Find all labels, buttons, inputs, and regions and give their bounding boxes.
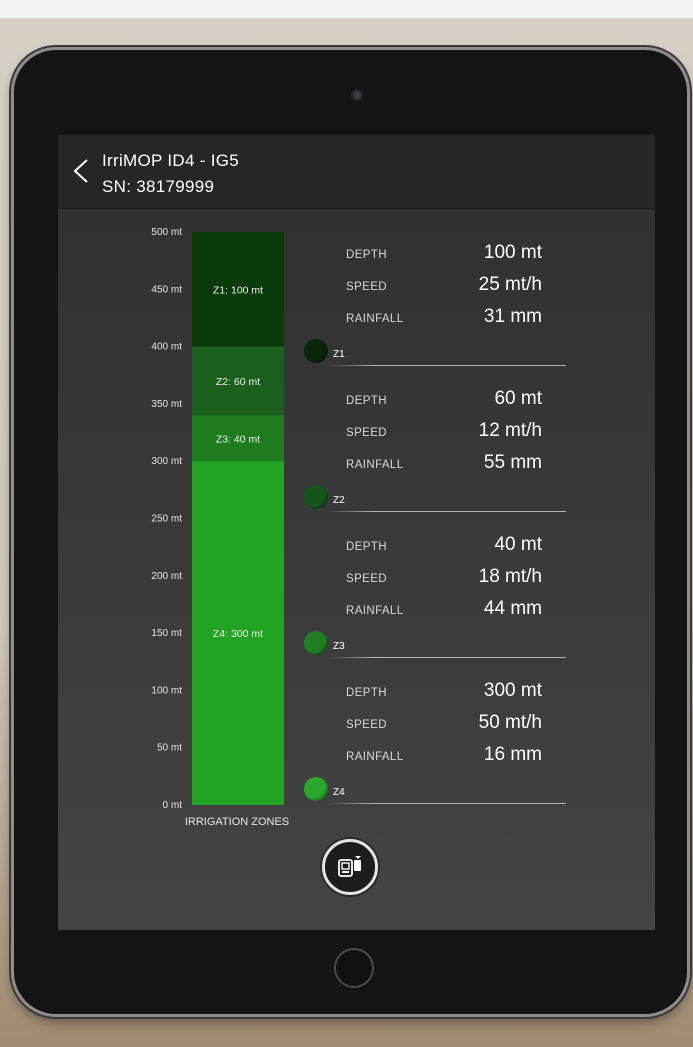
metric-value: 25 mt/h — [478, 274, 542, 295]
zone-divider — [326, 365, 566, 366]
metric-label: DEPTH — [346, 541, 387, 553]
home-button[interactable] — [334, 948, 374, 988]
metric-value: 100 mt — [483, 242, 542, 263]
metric-value: 50 mt/h — [478, 712, 542, 733]
zone-detail-z4[interactable]: DEPTH 300 mt SPEED 50 mt/h RAINFALL 16 mm Z4 — [304, 673, 604, 804]
metric-label: SPEED — [346, 719, 387, 731]
metric-label: SPEED — [346, 427, 387, 439]
zone-divider — [326, 803, 566, 804]
metric-value: 40 mt — [494, 534, 542, 555]
x-axis-label: IRRIGATION ZONES — [185, 816, 289, 828]
metric-label: DEPTH — [346, 249, 387, 261]
y-tick-label: 250 mt — [151, 514, 182, 525]
zone-divider — [326, 657, 566, 658]
metric-label: RAINFALL — [346, 459, 404, 471]
metric-label: RAINFALL — [346, 313, 404, 325]
zone-detail-z3[interactable]: DEPTH 40 mt SPEED 18 mt/h RAINFALL 44 mm Z3 — [304, 527, 604, 658]
zone-detail-z2[interactable]: DEPTH 60 mt SPEED 12 mt/h RAINFALL 55 mm Z2 — [304, 381, 604, 512]
zone-indicator-dot[interactable] — [304, 339, 328, 363]
id-compare-icon — [338, 856, 361, 877]
y-tick-label: 150 mt — [151, 628, 182, 639]
zone-bar-label: Z1: 100 mt — [213, 284, 263, 296]
y-tick-label: 500 mt — [151, 227, 182, 238]
zone-indicator-dot[interactable] — [304, 485, 328, 509]
zone-bar-label: Z2: 60 mt — [216, 376, 260, 388]
y-tick-label: 350 mt — [151, 399, 182, 410]
zone-name: Z1 — [333, 349, 345, 360]
app-screen: IrriMOP ID4 - IG5 SN: 38179999 500 mt 450… — [58, 135, 655, 930]
metric-value: 16 mm — [483, 744, 542, 765]
metric-label: DEPTH — [346, 687, 387, 699]
zone-bar-label: Z4: 300 mt — [213, 628, 263, 640]
background-wall — [0, 0, 693, 18]
zone-detail-z1[interactable]: DEPTH 100 mt SPEED 25 mt/h RAINFALL 31 mm Z1 — [304, 235, 604, 366]
metric-value: 60 mt — [494, 388, 542, 409]
zone-indicator-dot[interactable] — [304, 631, 328, 655]
front-camera — [353, 91, 361, 99]
metric-value: 44 mm — [483, 598, 542, 619]
metric-value: 12 mt/h — [478, 420, 542, 441]
metric-label: SPEED — [346, 281, 387, 293]
y-tick-label: 400 mt — [151, 342, 182, 353]
metric-value: 55 mm — [483, 452, 542, 473]
zone-name: Z3 — [333, 641, 345, 652]
tablet-device: IrriMOP ID4 - IG5 SN: 38179999 500 mt 450… — [14, 50, 687, 1014]
metric-label: DEPTH — [346, 395, 387, 407]
compare-devices-button[interactable] — [322, 839, 378, 895]
metric-label: SPEED — [346, 573, 387, 585]
y-tick-label: 50 mt — [157, 743, 182, 754]
y-tick-label: 450 mt — [151, 284, 182, 295]
zone-bar-label: Z3: 40 mt — [216, 433, 260, 445]
y-tick-label: 300 mt — [151, 456, 182, 467]
metric-label: RAINFALL — [346, 605, 404, 617]
zone-name: Z4 — [333, 787, 345, 798]
zone-name: Z2 — [333, 495, 345, 506]
metric-value: 300 mt — [483, 680, 542, 701]
metric-value: 18 mt/h — [478, 566, 542, 587]
metric-value: 31 mm — [483, 306, 542, 327]
zone-indicator-dot[interactable] — [304, 777, 328, 801]
y-tick-label: 200 mt — [151, 571, 182, 582]
y-tick-label: 100 mt — [151, 685, 182, 696]
y-tick-label: 0 mt — [163, 800, 183, 811]
metric-label: RAINFALL — [346, 751, 404, 763]
zone-divider — [326, 511, 566, 512]
